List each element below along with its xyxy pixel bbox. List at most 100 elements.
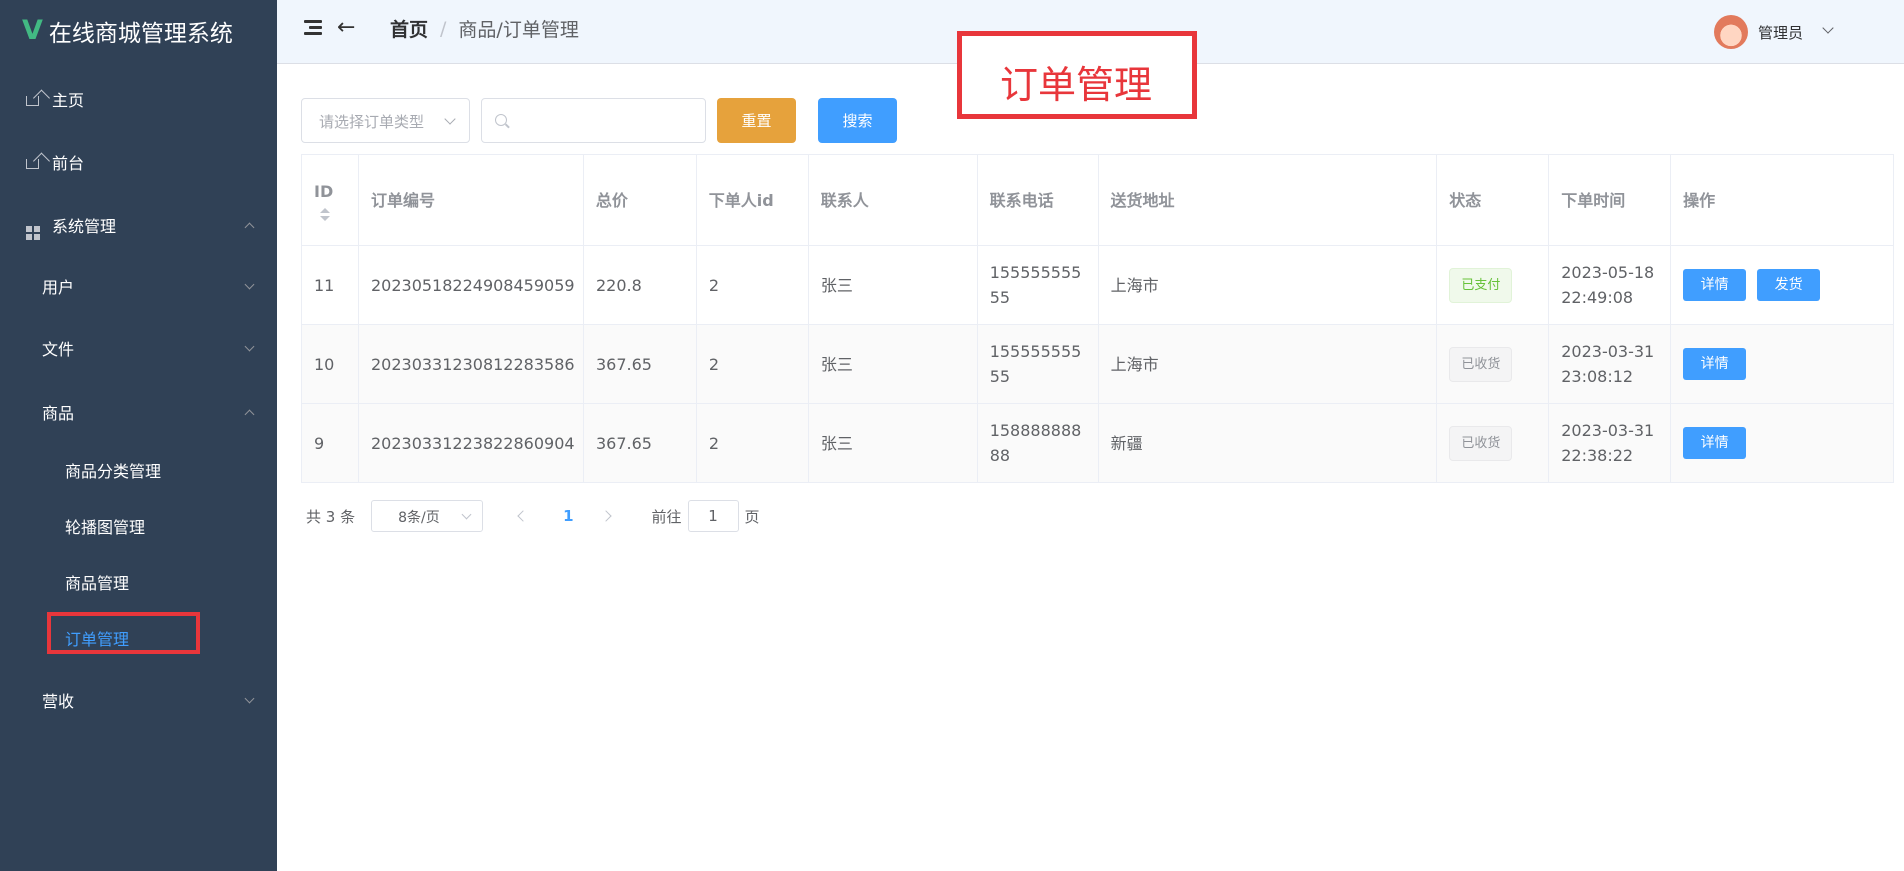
table-header-row: ID 订单编号 总价 下单人id 联系人 联系电话 送货地址 状态 下单时间 操… — [302, 155, 1894, 246]
prev-page-icon[interactable] — [517, 510, 529, 522]
sidebar-item-label: 系统管理 — [52, 217, 117, 236]
search-icon — [495, 114, 507, 126]
sidebar-item-label: 主页 — [52, 91, 85, 110]
logo-v-icon: V — [22, 15, 43, 46]
sidebar-item-category[interactable]: 商品分类管理 — [0, 450, 277, 490]
cell-actions: 详情 — [1671, 325, 1894, 403]
breadcrumb-home[interactable]: 首页 — [390, 15, 428, 42]
column-header: 联系人 — [809, 155, 978, 245]
grid-icon — [26, 217, 42, 240]
table-row: 9 20230331223822860904 367.65 2 张三 15888… — [302, 404, 1894, 483]
status-badge: 已收货 — [1449, 425, 1513, 461]
sidebar-item-system[interactable]: 系统管理 — [0, 205, 277, 245]
orders-table: ID 订单编号 总价 下单人id 联系人 联系电话 送货地址 状态 下单时间 操… — [301, 154, 1894, 483]
reset-button[interactable]: 重置 — [717, 98, 796, 143]
search-field[interactable] — [481, 98, 706, 143]
column-header: 订单编号 — [359, 155, 584, 245]
chevron-down-icon — [244, 341, 255, 351]
column-header: 下单时间 — [1549, 155, 1672, 245]
order-type-select[interactable]: 请选择订单类型 — [301, 98, 470, 143]
select-placeholder: 请选择订单类型 — [319, 113, 425, 131]
chevron-down-icon — [244, 693, 255, 703]
cell-contact: 张三 — [809, 246, 978, 324]
detail-button[interactable]: 详情 — [1683, 427, 1747, 459]
cell-order-no: 20230518224908459059 — [359, 246, 584, 324]
ship-button[interactable]: 发货 — [1757, 269, 1821, 301]
table-row: 10 20230331230812283586 367.65 2 张三 1555… — [302, 325, 1894, 404]
sidebar-item-revenue[interactable]: 营收 — [0, 680, 277, 720]
sidebar: V 在线商城管理系统 主页 前台 系统管理 用户 文件 商品 商品分类管理 轮播… — [0, 0, 277, 871]
sidebar-item-label: 前台 — [52, 154, 85, 173]
cell-address: 上海市 — [1099, 325, 1438, 403]
breadcrumb-separator: / — [440, 17, 447, 40]
goto-page-input[interactable]: 1 — [687, 500, 739, 532]
sidebar-item-label: 商品管理 — [65, 574, 130, 593]
chevron-down-icon — [244, 279, 255, 289]
column-header: 总价 — [584, 155, 697, 245]
menu-toggle-icon[interactable] — [304, 20, 322, 36]
user-name[interactable]: 管理员 — [1758, 22, 1803, 43]
back-arrow-icon[interactable]: ← — [337, 16, 355, 40]
sidebar-item-frontend[interactable]: 前台 — [0, 142, 277, 182]
page-number-current[interactable]: 1 — [563, 507, 573, 525]
detail-button[interactable]: 详情 — [1683, 269, 1747, 301]
sidebar-item-carousel[interactable]: 轮播图管理 — [0, 506, 277, 546]
cell-id: 11 — [302, 246, 359, 324]
table-row: 11 20230518224908459059 220.8 2 张三 15555… — [302, 246, 1894, 325]
phone-text: 15555555555 — [989, 263, 1082, 307]
cell-actions: 详情 发货 — [1671, 246, 1894, 324]
highlight-box — [47, 612, 200, 654]
cell-time: 2023-05-18 22:49:08 — [1549, 246, 1672, 324]
avatar[interactable] — [1714, 15, 1748, 49]
chevron-down-icon — [444, 113, 456, 125]
page-size-select[interactable]: 8条/页 — [371, 500, 484, 532]
breadcrumb: 首页 / 商品/订单管理 — [390, 15, 579, 42]
cell-address: 上海市 — [1099, 246, 1438, 324]
app-logo[interactable]: V 在线商城管理系统 — [22, 15, 233, 48]
cell-order-no: 20230331230812283586 — [359, 325, 584, 403]
pagination-total: 共 3 条 — [306, 507, 356, 526]
search-button[interactable]: 搜索 — [818, 98, 897, 143]
sidebar-item-label: 用户 — [42, 278, 75, 297]
cell-total: 220.8 — [584, 246, 697, 324]
detail-button[interactable]: 详情 — [1683, 348, 1747, 380]
search-input[interactable] — [516, 99, 701, 142]
column-header: 状态 — [1437, 155, 1550, 245]
cell-address: 新疆 — [1099, 404, 1438, 482]
sidebar-item-users[interactable]: 用户 — [0, 266, 277, 306]
sidebar-item-home[interactable]: 主页 — [0, 79, 277, 119]
sidebar-item-label: 轮播图管理 — [65, 518, 146, 537]
pagination: 共 3 条 8条/页 1 前往 1 页 — [306, 500, 760, 532]
cell-user-id: 2 — [697, 404, 809, 482]
cell-time: 2023-03-31 22:38:22 — [1549, 404, 1672, 482]
phone-text: 15888888888 — [989, 421, 1082, 465]
chevron-down-icon[interactable] — [1822, 22, 1834, 34]
chevron-up-icon — [244, 222, 255, 232]
column-header: 操作 — [1671, 155, 1894, 245]
cell-phone: 15555555555 — [978, 246, 1099, 324]
cell-id: 9 — [302, 404, 359, 482]
sidebar-item-label: 营收 — [42, 692, 75, 711]
sidebar-item-label: 文件 — [42, 340, 75, 359]
cell-order-no: 20230331223822860904 — [359, 404, 584, 482]
next-page-icon[interactable] — [599, 510, 612, 522]
home-icon — [26, 154, 42, 170]
sidebar-item-goods[interactable]: 商品 — [0, 392, 277, 432]
page-suffix: 页 — [744, 507, 760, 526]
cell-total: 367.65 — [584, 404, 697, 482]
cell-actions: 详情 — [1671, 404, 1894, 482]
cell-status: 已收货 — [1437, 404, 1550, 482]
cell-phone: 15888888888 — [978, 404, 1099, 482]
annotation-box: 订单管理 — [957, 31, 1197, 119]
cell-status: 已收货 — [1437, 325, 1550, 403]
breadcrumb-current: 商品/订单管理 — [458, 19, 579, 41]
cell-status: 已支付 — [1437, 246, 1550, 324]
sidebar-item-label: 商品 — [42, 404, 75, 423]
chevron-down-icon — [461, 509, 472, 520]
sidebar-item-files[interactable]: 文件 — [0, 328, 277, 368]
phone-text: 15555555555 — [989, 342, 1082, 386]
column-header-id[interactable]: ID — [302, 155, 359, 245]
sort-icon[interactable] — [320, 208, 330, 221]
sidebar-item-goods-manage[interactable]: 商品管理 — [0, 562, 277, 602]
cell-contact: 张三 — [809, 404, 978, 482]
